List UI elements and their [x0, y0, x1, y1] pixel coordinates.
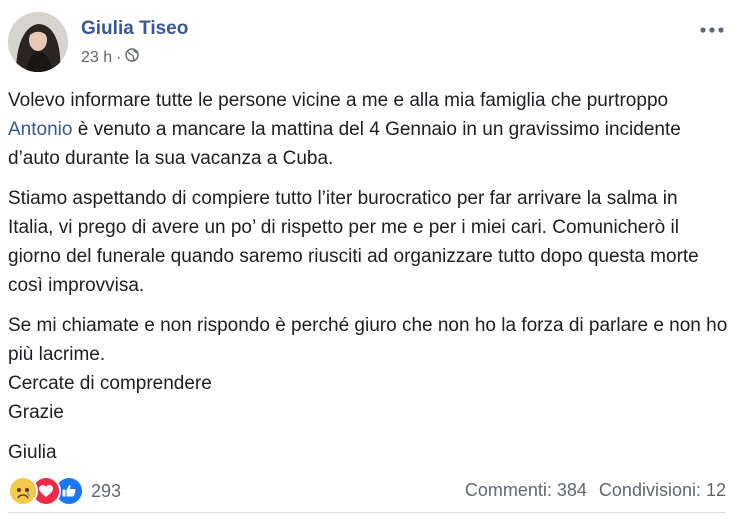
paragraph-3-line-2: Cercate di comprendere [8, 373, 212, 394]
post-body: Volevo informare tutte le persone vicine… [8, 86, 728, 478]
post-header: Giulia Tiseo 23 h · [8, 12, 732, 76]
paragraph-1: Volevo informare tutte le persone vicine… [8, 86, 728, 173]
signature: Giulia [8, 442, 57, 463]
sad-reaction-icon [8, 476, 38, 506]
paragraph-1-text-a: Volevo informare tutte le persone vicine… [8, 90, 669, 111]
shares-count[interactable]: Condivisioni: 12 [599, 480, 726, 501]
post-meta: 23 h · [81, 48, 140, 67]
paragraph-3-line-3: Grazie [8, 402, 64, 423]
post-footer: 293 Commenti: 384 Condivisioni: 12 [8, 472, 726, 506]
reaction-count[interactable]: 293 [91, 481, 121, 502]
post-stats: Commenti: 384 Condivisioni: 12 [465, 480, 726, 501]
more-options-icon[interactable] [698, 20, 726, 40]
mention-link[interactable]: Antonio [8, 119, 72, 140]
avatar[interactable] [8, 12, 68, 72]
author-name[interactable]: Giulia Tiseo [81, 18, 188, 40]
comments-count[interactable]: Commenti: 384 [465, 480, 587, 501]
post-time[interactable]: 23 h [81, 49, 112, 67]
footer-divider [8, 512, 726, 513]
paragraph-3-line-1: Se mi chiamate e non rispondo è perché g… [8, 315, 728, 365]
paragraph-3: Se mi chiamate e non rispondo è perché g… [8, 311, 728, 427]
globe-icon[interactable] [125, 48, 140, 67]
paragraph-2: Stiamo aspettando di compiere tutto l’it… [8, 188, 699, 296]
meta-separator: · [116, 48, 122, 66]
paragraph-1-text-b: è venuto a mancare la mattina del 4 Genn… [8, 119, 681, 169]
reactions-summary[interactable]: 293 [8, 476, 121, 506]
